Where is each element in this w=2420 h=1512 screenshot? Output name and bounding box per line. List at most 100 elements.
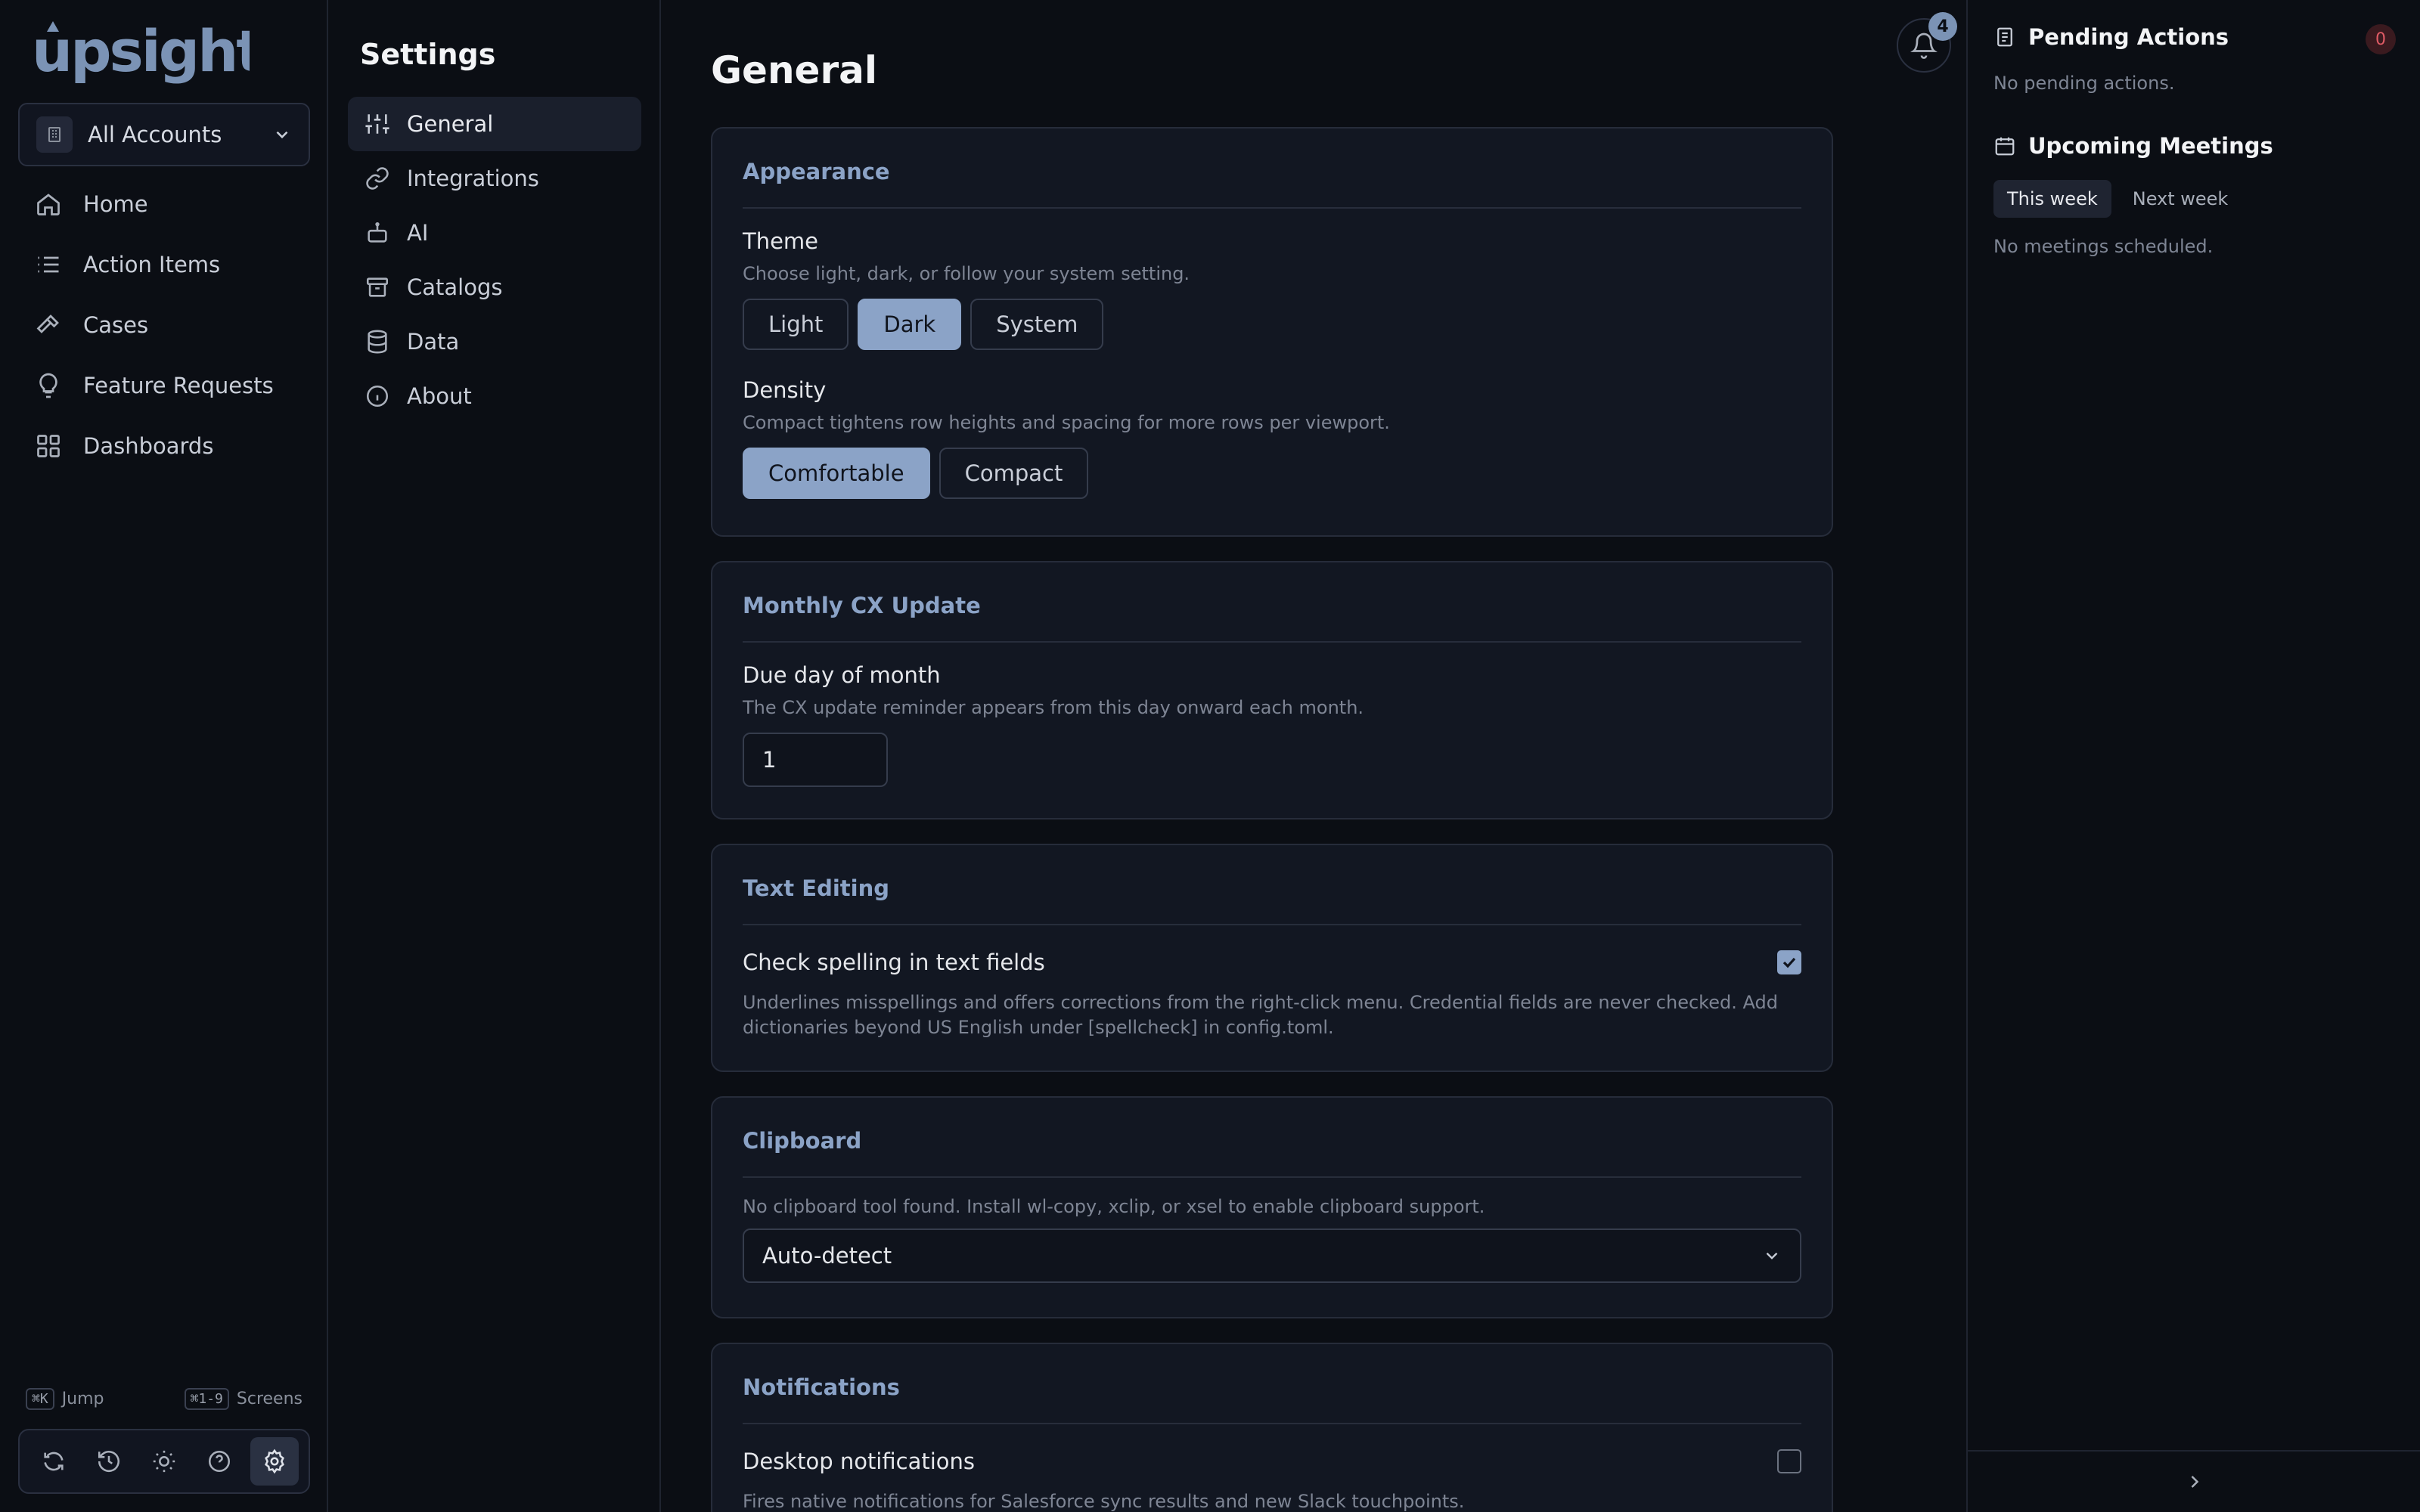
nav-item-label: Cases xyxy=(83,312,149,338)
settings-item-label: About xyxy=(407,383,472,409)
pending-actions-header: Pending Actions xyxy=(1993,24,2229,50)
clipboard-help: No clipboard tool found. Install wl-copy… xyxy=(743,1196,1485,1217)
nav-item-label: Feature Requests xyxy=(83,373,274,398)
cx-update-title: Monthly CX Update xyxy=(743,562,1801,643)
history-icon xyxy=(98,1451,119,1473)
text-editing-card: Text Editing Check spelling in text fiel… xyxy=(711,844,1833,1072)
nav-item-feature-requests[interactable]: Feature Requests xyxy=(18,355,310,416)
desktop-notifications-label: Desktop notifications xyxy=(743,1448,976,1474)
nav-item-label: Home xyxy=(83,191,148,217)
clipboard-list-icon xyxy=(1993,26,2016,48)
notification-count-badge: 4 xyxy=(1928,12,1957,41)
lightbulb-icon xyxy=(35,372,62,399)
settings-item-data[interactable]: Data xyxy=(348,314,641,369)
nav-item-cases[interactable]: Cases xyxy=(18,295,310,355)
calendar-icon xyxy=(1993,135,2016,157)
account-selector-label: All Accounts xyxy=(88,122,222,147)
due-day-label: Due day of month xyxy=(743,662,941,688)
settings-item-ai[interactable]: AI xyxy=(348,206,641,260)
appearance-card: Appearance Theme Choose light, dark, or … xyxy=(711,127,1833,537)
clipboard-card: Clipboard No clipboard tool found. Insta… xyxy=(711,1096,1833,1318)
text-editing-title: Text Editing xyxy=(743,845,1801,925)
help-icon xyxy=(209,1450,231,1473)
keyboard-shortcuts: ⌘K Jump ⌘1-9 Screens xyxy=(26,1385,302,1412)
bottom-toolbar xyxy=(18,1429,310,1494)
home-icon xyxy=(35,191,62,218)
building-icon xyxy=(36,116,73,153)
sliders-icon xyxy=(365,111,390,137)
nav-item-label: Dashboards xyxy=(83,433,214,459)
due-day-input[interactable]: 1 xyxy=(743,733,888,787)
jump-shortcut-key: ⌘K xyxy=(26,1387,54,1410)
main-sidebar: upsight All Accounts Home Action Items C… xyxy=(0,0,328,1512)
desktop-notifications-help: Fires native notifications for Salesforc… xyxy=(743,1491,1465,1512)
nav-item-action-items[interactable]: Action Items xyxy=(18,234,310,295)
upsight-logo[interactable]: upsight xyxy=(30,17,250,85)
settings-nav: General Integrations AI Catalogs Data Ab… xyxy=(348,97,641,423)
meetings-empty: No meetings scheduled. xyxy=(1993,236,2214,257)
clipboard-tool-select[interactable]: Auto-detect xyxy=(743,1228,1801,1283)
tab-next-week[interactable]: Next week xyxy=(2119,180,2242,218)
right-panel: Pending Actions No pending actions. Upco… xyxy=(1966,0,2420,1512)
upcoming-meetings-header: Upcoming Meetings xyxy=(1993,133,2273,159)
check-icon xyxy=(1782,957,1796,968)
density-label: Density xyxy=(743,377,827,403)
settings-item-label: AI xyxy=(407,220,429,246)
sun-icon xyxy=(153,1450,175,1473)
appearance-title: Appearance xyxy=(743,129,1801,209)
grid-icon xyxy=(35,432,62,460)
theme-system-button[interactable]: System xyxy=(970,299,1104,350)
clipboard-tool-selected: Auto-detect xyxy=(762,1243,892,1269)
settings-title: Settings xyxy=(360,38,496,71)
week-tabs: This week Next week xyxy=(1993,180,2242,218)
settings-item-catalogs[interactable]: Catalogs xyxy=(348,260,641,314)
panel-footer-divider xyxy=(1968,1450,2420,1452)
help-button[interactable] xyxy=(195,1437,244,1486)
bot-icon xyxy=(365,220,390,246)
account-selector[interactable]: All Accounts xyxy=(18,103,310,166)
chevron-down-icon xyxy=(1766,1252,1778,1259)
screens-shortcut-key: ⌘1-9 xyxy=(184,1387,229,1410)
spellcheck-checkbox[interactable] xyxy=(1777,950,1801,974)
theme-light-button[interactable]: Light xyxy=(743,299,849,350)
tab-this-week[interactable]: This week xyxy=(1993,180,2111,218)
theme-help: Choose light, dark, or follow your syste… xyxy=(743,263,1190,284)
settings-item-label: Integrations xyxy=(407,166,539,191)
jump-shortcut-label: Jump xyxy=(61,1389,104,1408)
due-day-help: The CX update reminder appears from this… xyxy=(743,697,1364,718)
info-icon xyxy=(365,383,390,409)
cx-update-card: Monthly CX Update Due day of month The C… xyxy=(711,561,1833,820)
database-icon xyxy=(365,329,390,355)
nav-item-label: Action Items xyxy=(83,252,221,277)
theme-dark-button[interactable]: Dark xyxy=(858,299,962,350)
history-button[interactable] xyxy=(85,1437,133,1486)
page-title: General xyxy=(711,48,877,92)
desktop-notifications-checkbox[interactable] xyxy=(1777,1449,1801,1473)
pending-count-badge: 0 xyxy=(2366,24,2396,54)
spellcheck-help: Underlines misspellings and offers corre… xyxy=(743,992,1778,1038)
settings-item-label: General xyxy=(407,111,494,137)
pending-actions-empty: No pending actions. xyxy=(1993,73,2175,94)
density-compact-button[interactable]: Compact xyxy=(939,448,1089,499)
settings-item-about[interactable]: About xyxy=(348,369,641,423)
settings-item-label: Catalogs xyxy=(407,274,503,300)
theme-segmented-control: Light Dark System xyxy=(743,299,1801,350)
refresh-button[interactable] xyxy=(29,1437,78,1486)
theme-toggle-button[interactable] xyxy=(140,1437,188,1486)
hammer-icon xyxy=(35,311,62,339)
refresh-icon xyxy=(43,1452,64,1471)
nav-item-home[interactable]: Home xyxy=(18,174,310,234)
settings-content: General 4 Appearance Theme Choose light,… xyxy=(662,0,1966,1512)
density-help: Compact tightens row heights and spacing… xyxy=(743,412,1390,433)
pending-actions-title: Pending Actions xyxy=(2028,24,2229,50)
settings-button[interactable] xyxy=(250,1437,299,1486)
gear-icon xyxy=(265,1448,285,1474)
nav-item-dashboards[interactable]: Dashboards xyxy=(18,416,310,476)
spellcheck-label: Check spelling in text fields xyxy=(743,950,1045,975)
collapse-panel-button[interactable] xyxy=(2184,1471,2205,1492)
clipboard-title: Clipboard xyxy=(743,1098,1801,1178)
settings-item-integrations[interactable]: Integrations xyxy=(348,151,641,206)
settings-item-label: Data xyxy=(407,329,460,355)
density-comfortable-button[interactable]: Comfortable xyxy=(743,448,930,499)
settings-item-general[interactable]: General xyxy=(348,97,641,151)
